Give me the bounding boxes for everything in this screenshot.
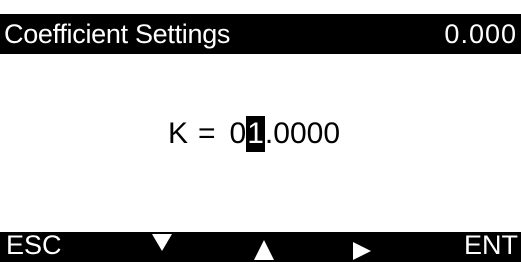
digit-5[interactable]: 0 — [307, 116, 324, 152]
digit-4[interactable]: 0 — [290, 116, 307, 152]
decimal-point: . — [264, 117, 274, 150]
down-button[interactable] — [140, 232, 184, 262]
right-triangle-icon — [351, 232, 373, 260]
digit-1-cursor[interactable]: 1 — [246, 116, 265, 152]
softkey-bar: ESC ENT — [0, 232, 521, 262]
esc-button[interactable]: ESC — [6, 232, 86, 262]
enter-button[interactable]: ENT — [430, 232, 518, 262]
title-bar: Coefficient Settings 0.000 — [0, 14, 521, 54]
up-triangle-icon — [253, 232, 275, 260]
coefficient-label: K — [168, 117, 189, 150]
header-value: 0.000 — [444, 19, 517, 49]
digit-0[interactable]: 0 — [230, 116, 247, 152]
right-button[interactable] — [340, 232, 384, 262]
digit-3[interactable]: 0 — [273, 116, 290, 152]
coefficient-editor[interactable]: K = 0 1 . 0 0 0 0 — [168, 114, 340, 154]
up-button[interactable] — [242, 232, 286, 262]
digit-6[interactable]: 0 — [323, 116, 340, 152]
page-title: Coefficient Settings — [4, 19, 231, 49]
equals-sign: = — [198, 117, 216, 150]
down-triangle-icon — [151, 232, 173, 252]
